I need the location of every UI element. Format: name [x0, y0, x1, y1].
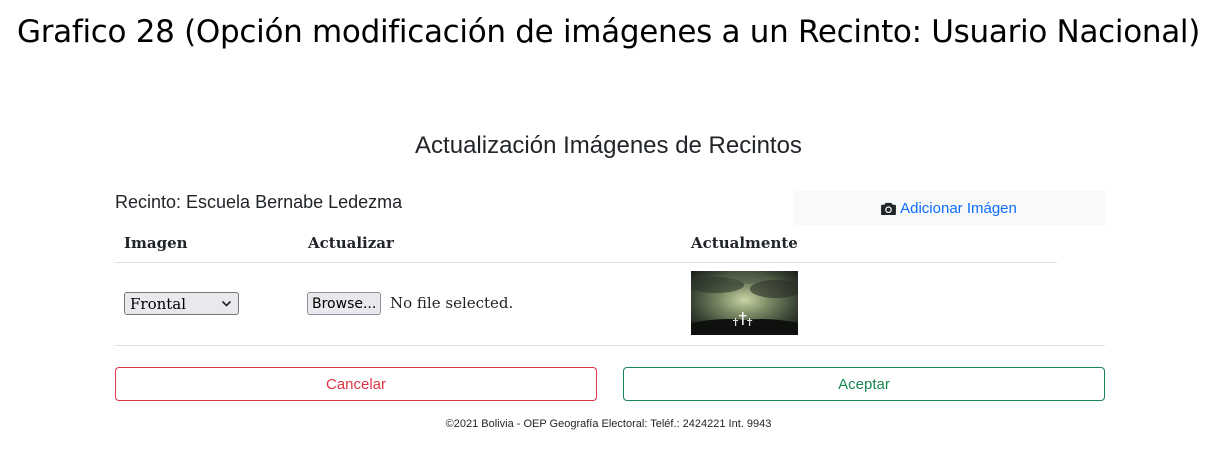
current-image-thumbnail: [691, 271, 798, 335]
document-caption: Grafico 28 (Opción modificación de imáge…: [16, 14, 1201, 50]
accept-button[interactable]: Aceptar: [623, 367, 1105, 401]
add-image-button[interactable]: Adicionar Imágen: [793, 191, 1105, 225]
column-header-actualizar: Actualizar: [308, 234, 394, 252]
browse-file-button[interactable]: Browse...: [307, 292, 382, 315]
table-row-divider: [115, 345, 1105, 346]
column-header-actualmente: Actualmente: [691, 234, 798, 252]
image-type-selected-value: Frontal: [130, 294, 187, 313]
page-title: Actualización Imágenes de Recintos: [415, 132, 802, 159]
camera-icon: [881, 202, 897, 215]
column-header-imagen: Imagen: [124, 234, 188, 252]
recinto-label: Recinto: Escuela Bernabe Ledezma: [115, 192, 403, 212]
image-type-select[interactable]: Frontal: [124, 292, 239, 315]
add-image-label: Adicionar Imágen: [900, 199, 1017, 217]
footer-text: ©2021 Bolivia - OEP Geografía Electoral:…: [445, 418, 772, 430]
cancel-button[interactable]: Cancelar: [115, 367, 597, 401]
chevron-down-icon: [221, 300, 232, 307]
file-status-text: No file selected.: [390, 294, 514, 312]
table-header-divider: [115, 262, 1057, 263]
